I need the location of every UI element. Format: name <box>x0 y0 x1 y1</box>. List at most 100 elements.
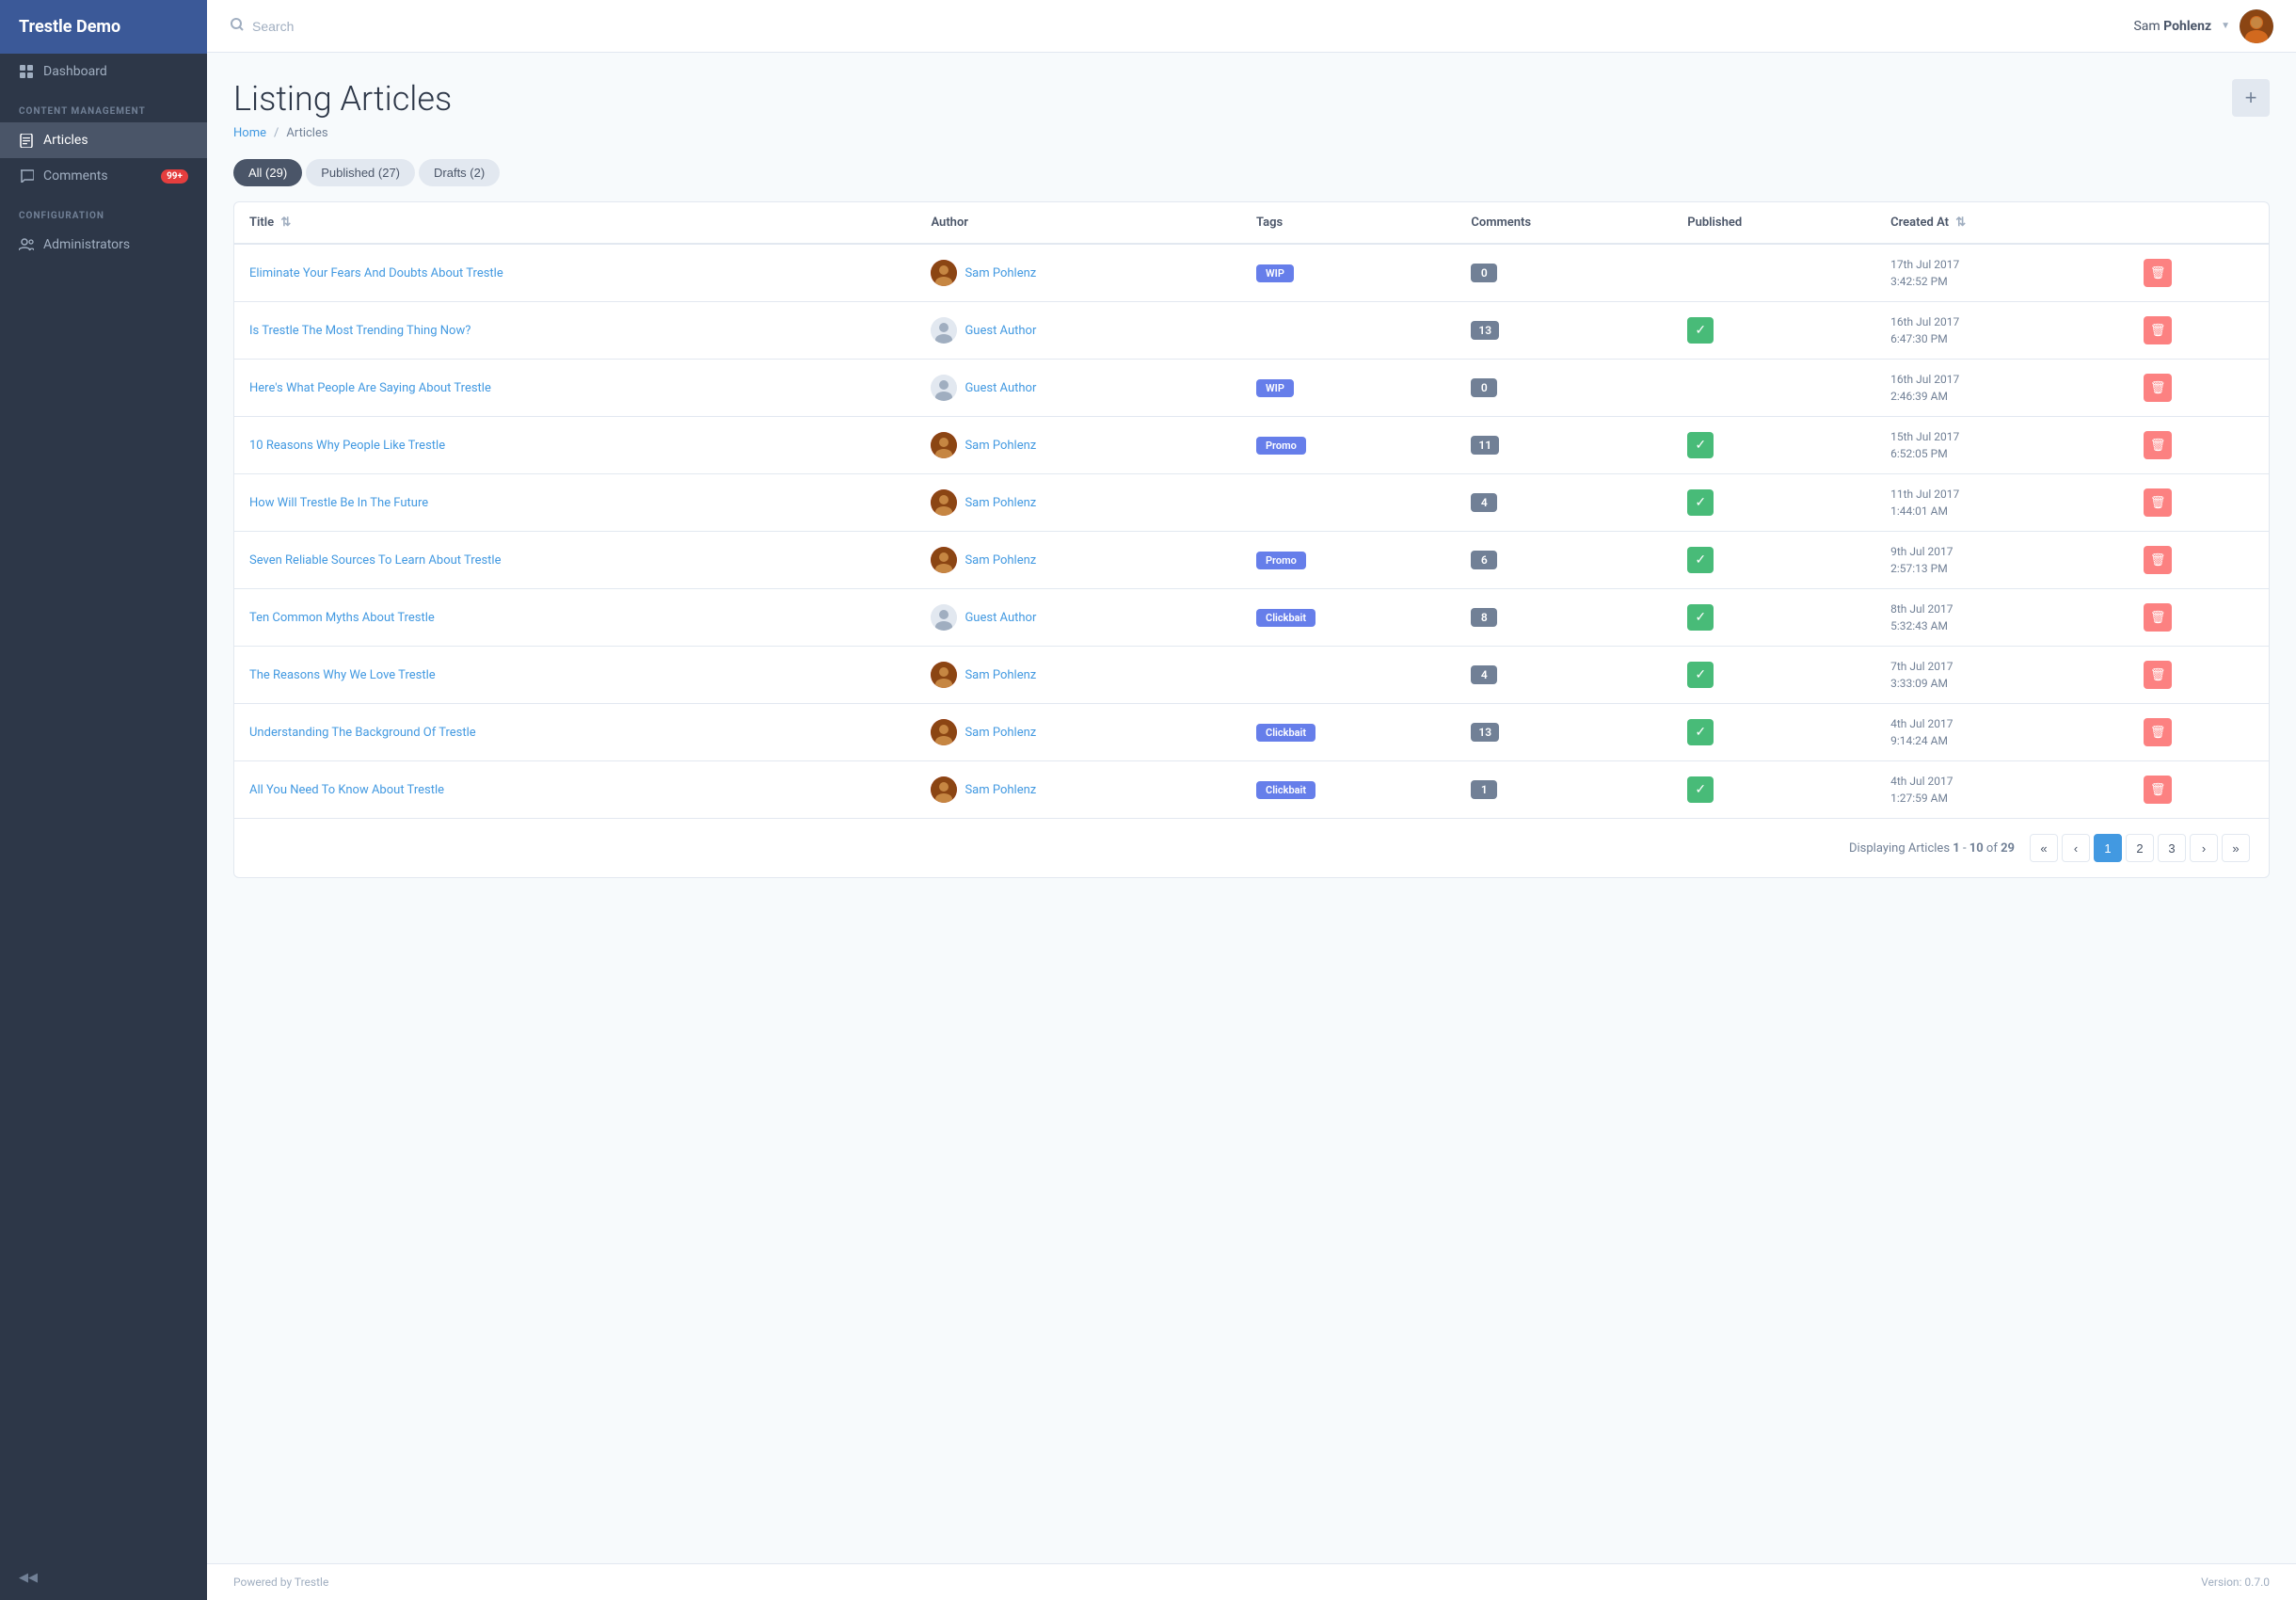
row-author: Sam Pohlenz <box>916 532 1241 589</box>
row-published <box>1672 244 1875 302</box>
tab-drafts[interactable]: Drafts (2) <box>419 159 500 186</box>
sidebar-collapse[interactable]: ◀◀ <box>0 1556 207 1600</box>
delete-button[interactable]: 🗑 <box>2144 431 2172 459</box>
col-published: Published <box>1672 202 1875 244</box>
row-title: Understanding The Background Of Trestle <box>234 704 916 761</box>
delete-button[interactable]: 🗑 <box>2144 316 2172 344</box>
table-row: Eliminate Your Fears And Doubts About Tr… <box>234 244 2269 302</box>
row-actions: 🗑 <box>2129 647 2269 704</box>
author-name: Sam Pohlenz <box>965 668 1036 682</box>
row-author: Sam Pohlenz <box>916 647 1241 704</box>
article-title-link[interactable]: The Reasons Why We Love Trestle <box>249 668 436 682</box>
page-header: Listing Articles + <box>233 79 2270 119</box>
row-tag: Clickbait <box>1241 761 1456 819</box>
app-logo[interactable]: Trestle Demo <box>0 0 207 54</box>
grid-icon <box>19 64 34 79</box>
sidebar-dashboard-label: Dashboard <box>43 64 107 79</box>
sidebar-item-articles[interactable]: Articles <box>0 122 207 158</box>
pagination: Displaying Articles 1 - 10 of 29 « ‹ 1 2… <box>234 818 2269 877</box>
row-comments: 8 <box>1456 589 1672 647</box>
article-title-link[interactable]: Ten Common Myths About Trestle <box>249 611 435 625</box>
pagination-last[interactable]: » <box>2222 834 2250 862</box>
row-tag <box>1241 302 1456 360</box>
comment-count: 6 <box>1471 551 1497 569</box>
row-title: Seven Reliable Sources To Learn About Tr… <box>234 532 916 589</box>
row-published: ✓ <box>1672 532 1875 589</box>
delete-button[interactable]: 🗑 <box>2144 259 2172 287</box>
row-tag <box>1241 647 1456 704</box>
pagination-page-1[interactable]: 1 <box>2094 834 2122 862</box>
add-article-button[interactable]: + <box>2232 79 2270 117</box>
users-icon <box>19 237 34 252</box>
breadcrumb-home-link[interactable]: Home <box>233 126 266 140</box>
article-title-link[interactable]: How Will Trestle Be In The Future <box>249 496 428 510</box>
row-tag: WIP <box>1241 244 1456 302</box>
row-comments: 13 <box>1456 302 1672 360</box>
row-author: Sam Pohlenz <box>916 244 1241 302</box>
search-area <box>230 17 440 36</box>
row-published: ✓ <box>1672 704 1875 761</box>
row-tag: Clickbait <box>1241 589 1456 647</box>
row-title: 10 Reasons Why People Like Trestle <box>234 417 916 474</box>
sidebar-item-administrators[interactable]: Administrators <box>0 227 207 263</box>
pagination-prev[interactable]: ‹ <box>2062 834 2090 862</box>
row-comments: 4 <box>1456 647 1672 704</box>
comment-count: 11 <box>1471 436 1499 455</box>
article-title-link[interactable]: Understanding The Background Of Trestle <box>249 726 476 740</box>
row-author: Guest Author <box>916 302 1241 360</box>
avatar <box>2240 9 2273 43</box>
tab-all[interactable]: All (29) <box>233 159 302 186</box>
row-title: Is Trestle The Most Trending Thing Now? <box>234 302 916 360</box>
delete-button[interactable]: 🗑 <box>2144 546 2172 574</box>
table-row: 10 Reasons Why People Like TrestleSam Po… <box>234 417 2269 474</box>
row-title: Ten Common Myths About Trestle <box>234 589 916 647</box>
row-author: Sam Pohlenz <box>916 704 1241 761</box>
article-title-link[interactable]: Eliminate Your Fears And Doubts About Tr… <box>249 266 503 280</box>
search-icon <box>230 17 245 36</box>
col-created-at[interactable]: Created At ⇅ <box>1875 202 2129 244</box>
sidebar-administrators-label: Administrators <box>43 237 130 252</box>
comment-count: 1 <box>1471 780 1497 799</box>
breadcrumb: Home / Articles <box>233 126 2270 140</box>
pagination-first[interactable]: « <box>2030 834 2058 862</box>
delete-button[interactable]: 🗑 <box>2144 374 2172 402</box>
col-author[interactable]: Author <box>916 202 1241 244</box>
row-title: All You Need To Know About Trestle <box>234 761 916 819</box>
row-comments: 6 <box>1456 532 1672 589</box>
pagination-page-2[interactable]: 2 <box>2126 834 2154 862</box>
col-title[interactable]: Title ⇅ <box>234 202 916 244</box>
pagination-page-3[interactable]: 3 <box>2158 834 2186 862</box>
published-check: ✓ <box>1687 432 1714 458</box>
comment-count: 0 <box>1471 264 1497 282</box>
sidebar-item-comments[interactable]: Comments 99+ <box>0 158 207 194</box>
author-avatar <box>931 375 957 401</box>
row-tag: WIP <box>1241 360 1456 417</box>
article-title-link[interactable]: Here's What People Are Saying About Tres… <box>249 381 491 395</box>
row-published: ✓ <box>1672 761 1875 819</box>
delete-button[interactable]: 🗑 <box>2144 776 2172 804</box>
footer: Powered by Trestle Version: 0.7.0 <box>207 1563 2296 1600</box>
content-management-section-label: CONTENT MANAGEMENT <box>0 89 207 122</box>
table-header: Title ⇅ Author Tags Comments Published C… <box>234 202 2269 244</box>
row-created-at: 11th Jul 20171:44:01 AM <box>1875 474 2129 532</box>
row-author: Sam Pohlenz <box>916 474 1241 532</box>
pagination-info: Displaying Articles 1 - 10 of 29 <box>1849 841 2015 856</box>
article-title-link[interactable]: Is Trestle The Most Trending Thing Now? <box>249 324 470 338</box>
row-comments: 4 <box>1456 474 1672 532</box>
delete-button[interactable]: 🗑 <box>2144 603 2172 632</box>
delete-button[interactable]: 🗑 <box>2144 718 2172 746</box>
delete-button[interactable]: 🗑 <box>2144 661 2172 689</box>
author-avatar <box>931 604 957 631</box>
search-input[interactable] <box>252 19 440 34</box>
row-title: Here's What People Are Saying About Tres… <box>234 360 916 417</box>
article-title-link[interactable]: All You Need To Know About Trestle <box>249 783 444 797</box>
delete-button[interactable]: 🗑 <box>2144 488 2172 517</box>
table-row: The Reasons Why We Love Trestle Sam Pohle… <box>234 647 2269 704</box>
row-title: Eliminate Your Fears And Doubts About Tr… <box>234 244 916 302</box>
article-title-link[interactable]: 10 Reasons Why People Like Trestle <box>249 439 445 453</box>
pagination-next[interactable]: › <box>2190 834 2218 862</box>
article-title-link[interactable]: Seven Reliable Sources To Learn About Tr… <box>249 553 501 568</box>
articles-table: Title ⇅ Author Tags Comments Published C… <box>234 202 2269 818</box>
tab-published[interactable]: Published (27) <box>306 159 415 186</box>
sidebar-item-dashboard[interactable]: Dashboard <box>0 54 207 89</box>
